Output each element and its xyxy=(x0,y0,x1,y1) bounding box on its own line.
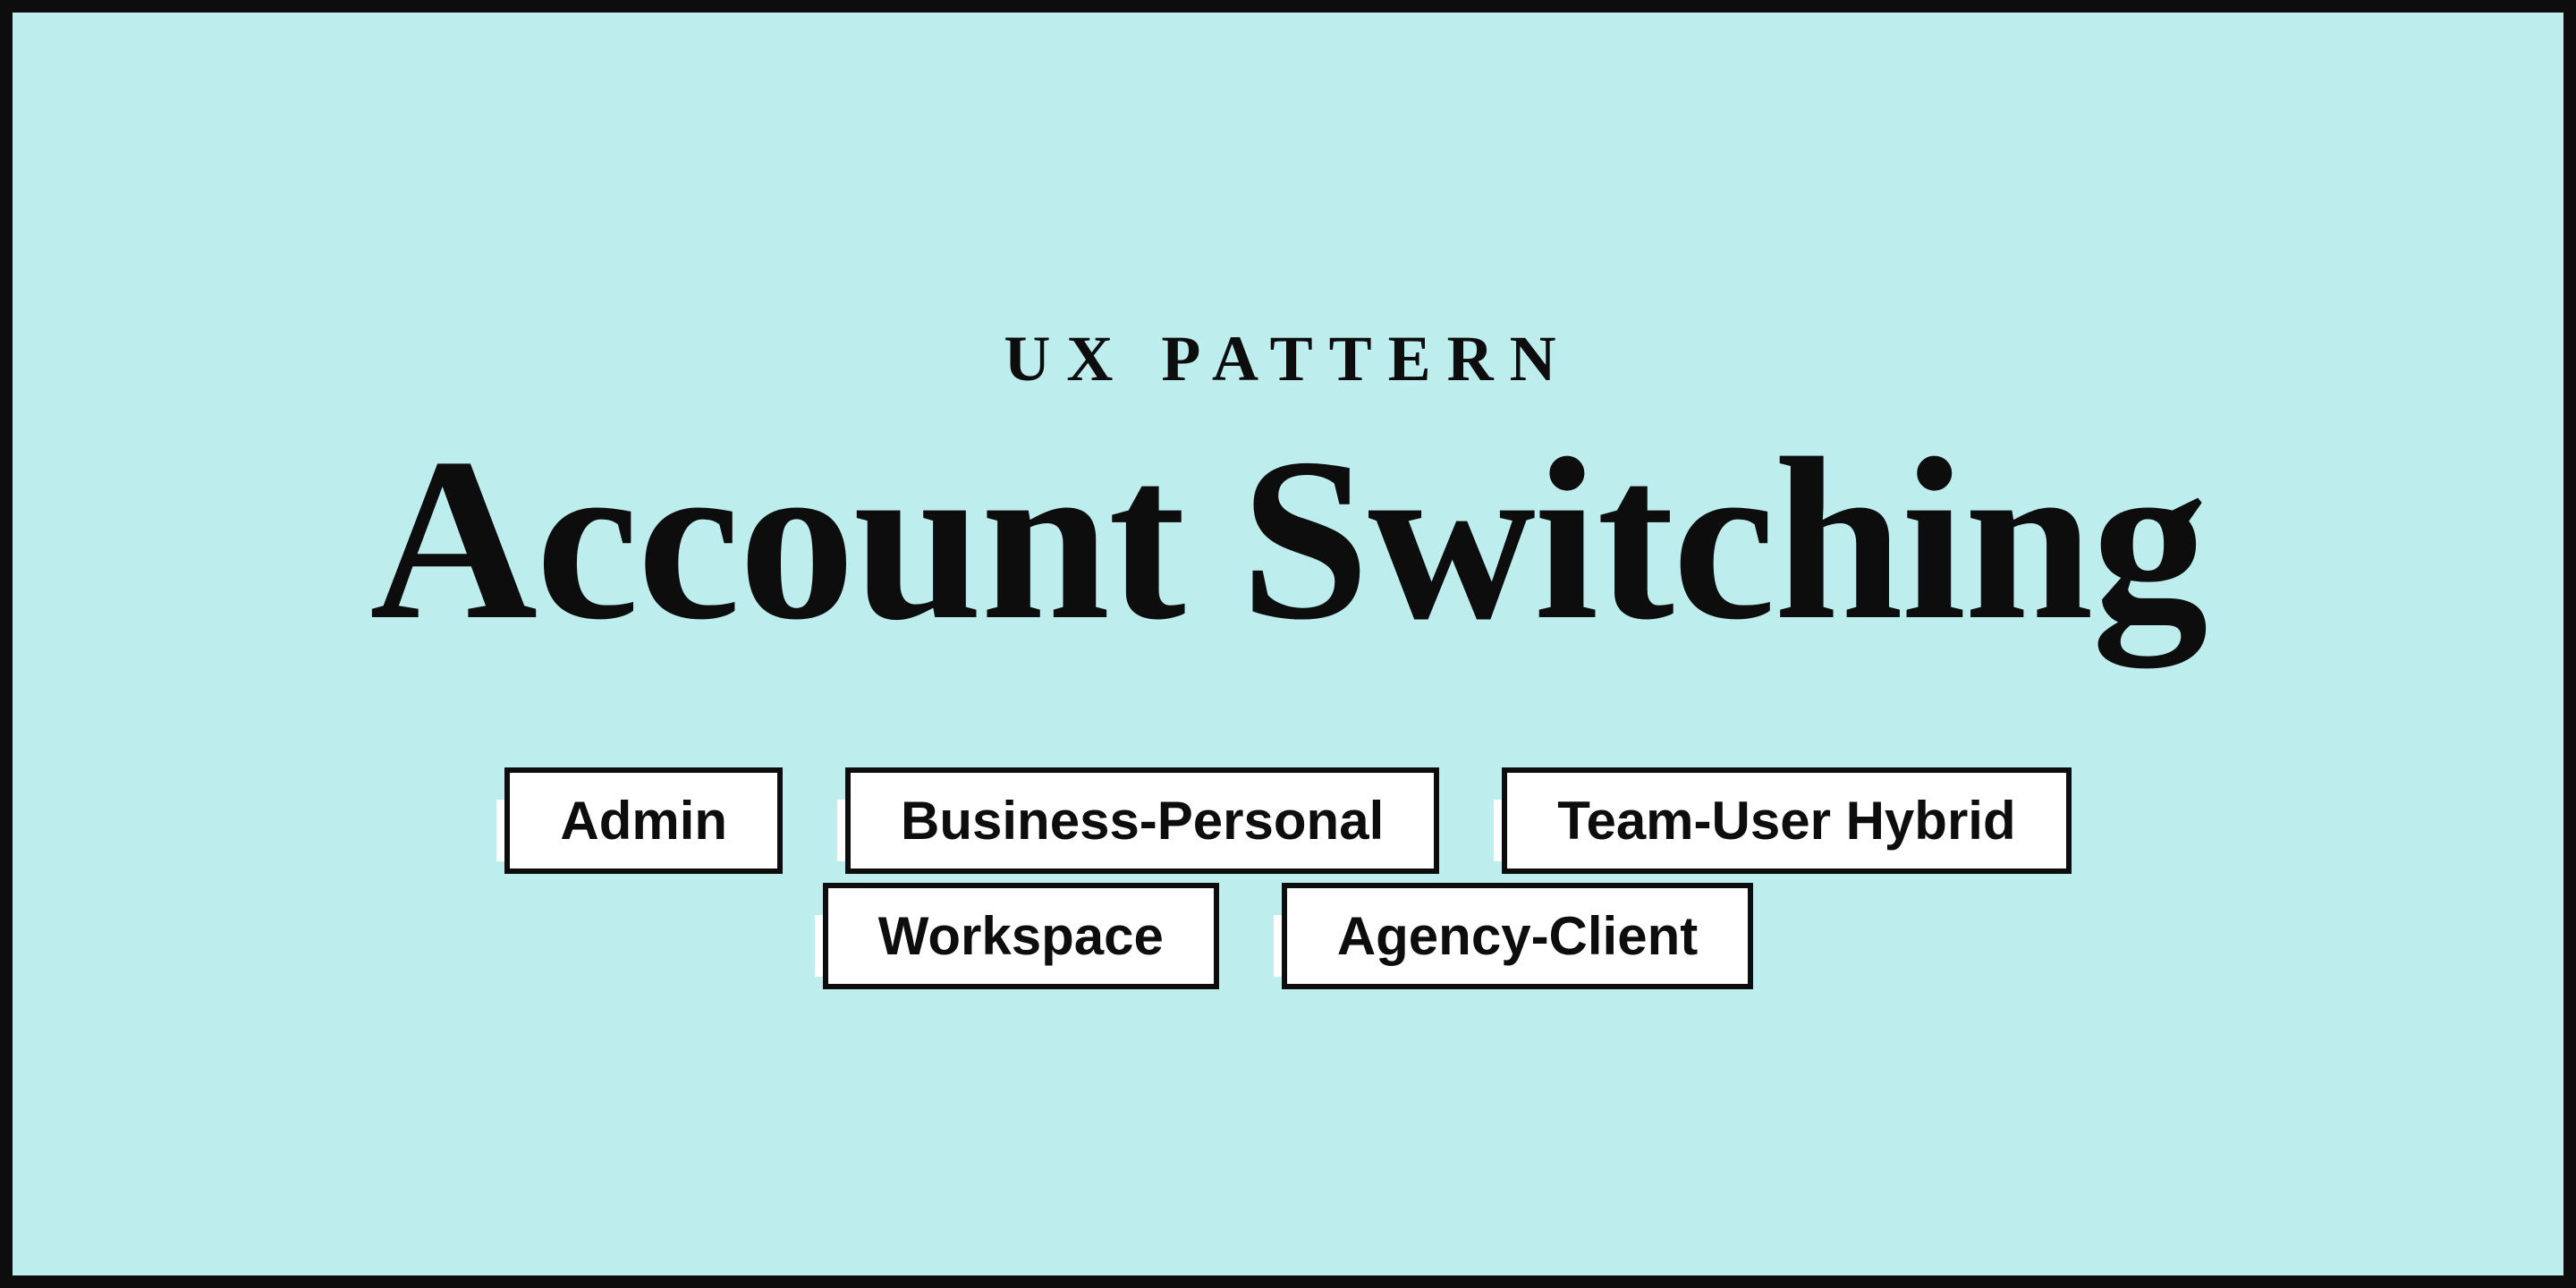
tag-container: Admin Business-Personal Team-User Hybrid… xyxy=(504,790,2071,967)
pattern-card: UX PATTERN Account Switching Admin Busin… xyxy=(0,0,2576,1288)
tag-admin: Admin xyxy=(504,790,783,852)
pattern-title: Account Switching xyxy=(369,423,2206,656)
tag-row-1: Admin Business-Personal Team-User Hybrid xyxy=(504,790,2071,852)
eyebrow-label: UX PATTERN xyxy=(1004,322,1572,396)
tag-agency-client: Agency-Client xyxy=(1282,905,1753,967)
tag-business-personal: Business-Personal xyxy=(845,790,1439,852)
tag-team-user-hybrid: Team-User Hybrid xyxy=(1502,790,2071,852)
tag-workspace: Workspace xyxy=(823,905,1219,967)
tag-row-2: Workspace Agency-Client xyxy=(823,905,1753,967)
